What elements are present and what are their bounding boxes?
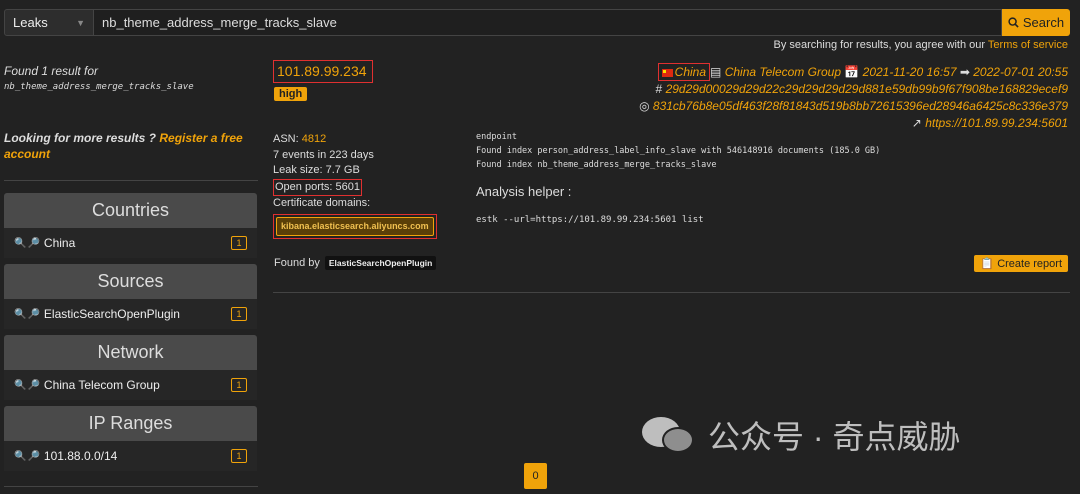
facet-network: Network 🔍 🔎 China Telecom Group 1 xyxy=(4,335,257,400)
zoom-in-icon[interactable]: 🔍 xyxy=(14,380,26,391)
facet-countries: Countries 🔍 🔎 China 1 xyxy=(4,193,257,258)
sidebar: Found 1 result for nb_theme_address_merg… xyxy=(4,64,258,487)
facet-row-china[interactable]: 🔍 🔎 China 1 xyxy=(4,228,257,258)
category-value: Leaks xyxy=(13,15,48,30)
search-button[interactable]: Search xyxy=(1002,9,1070,36)
result-meta: China ▤ China Telecom Group 📅 2021-11-20 … xyxy=(639,63,1068,132)
chevron-down-icon: ▼ xyxy=(76,17,85,28)
watermark: 公众号 · 奇点威胁 xyxy=(642,412,960,458)
asn-label: ASN: xyxy=(273,133,299,145)
search-input[interactable] xyxy=(94,9,1002,36)
create-report-label: Create report xyxy=(997,258,1062,270)
facet-row-isp[interactable]: 🔍 🔎 China Telecom Group 1 xyxy=(4,370,257,400)
results-count: Found 1 result for xyxy=(4,64,99,78)
facet-title: IP Ranges xyxy=(4,406,257,441)
result-info: ASN: 4812 7 events in 223 days Leak size… xyxy=(273,132,437,239)
create-report-button[interactable]: 📋 Create report xyxy=(974,255,1068,272)
register-prompt-text: Looking for more results ? xyxy=(4,131,157,145)
arrow-circle-icon: ➡ xyxy=(959,65,970,79)
result-ip[interactable]: 101.89.99.234 xyxy=(273,60,373,83)
result-url[interactable]: https://101.89.99.234:5601 xyxy=(925,116,1068,130)
asn-link[interactable]: 4812 xyxy=(302,133,326,145)
zoom-in-icon[interactable]: 🔍 xyxy=(14,451,26,462)
facet-title: Sources xyxy=(4,264,257,299)
facet-count: 1 xyxy=(231,236,247,250)
facet-row-range[interactable]: 🔍 🔎 101.88.0.0/14 1 xyxy=(4,441,257,471)
country-box: China xyxy=(657,63,711,81)
pagination-page[interactable]: 0 xyxy=(524,463,547,489)
china-flag-icon xyxy=(661,68,673,77)
register-prompt: Looking for more results ? Register a fr… xyxy=(4,130,254,162)
log-line: endpoint xyxy=(476,132,517,142)
search-icon xyxy=(1008,17,1019,28)
result-hash-2[interactable]: 831cb76b8e05df463f28f81843d519b8bb726153… xyxy=(653,99,1068,113)
terms-notice: By searching for results, you agree with… xyxy=(774,39,1068,51)
zoom-in-icon[interactable]: 🔍 xyxy=(14,309,26,320)
external-link-icon: ↗ xyxy=(911,116,922,130)
log-line: Found index nb_theme_address_merge_track… xyxy=(476,160,717,170)
divider xyxy=(4,180,258,181)
watermark-text: 公众号 · 奇点威胁 xyxy=(708,419,961,455)
cert-domain-tag[interactable]: kibana.elasticsearch.aliyuncs.com xyxy=(276,216,434,236)
calendar-icon: 📅 xyxy=(844,65,860,79)
log-output: endpoint Found index person_address_labe… xyxy=(476,130,880,172)
result-isp[interactable]: China Telecom Group xyxy=(725,65,841,79)
zoom-in-icon[interactable]: 🔍 xyxy=(14,238,26,249)
facet-item-label: ElasticSearchOpenPlugin xyxy=(43,307,180,321)
facet-row-plugin[interactable]: 🔍 🔎 ElasticSearchOpenPlugin 1 xyxy=(4,299,257,329)
zoom-out-icon[interactable]: 🔎 xyxy=(27,309,39,320)
zoom-out-icon[interactable]: 🔎 xyxy=(27,380,39,391)
facet-title: Countries xyxy=(4,193,257,228)
cert-label: Certificate domains: xyxy=(273,197,371,209)
severity-badge: high xyxy=(274,87,308,101)
divider xyxy=(4,486,258,487)
facet-count: 1 xyxy=(231,307,247,321)
report-icon: 📋 xyxy=(980,258,995,270)
events-text: 7 events in 223 days xyxy=(273,148,374,161)
open-ports: Open ports: 5601 xyxy=(273,178,363,196)
facet-count: 1 xyxy=(231,449,247,463)
facet-title: Network xyxy=(4,335,257,370)
first-seen: 2021-11-20 16:57 xyxy=(862,65,957,79)
search-bar: Leaks ▼ Search xyxy=(4,9,1070,36)
result-country[interactable]: China xyxy=(675,65,706,79)
leak-size: Leak size: 7.7 GB xyxy=(273,164,360,176)
log-line: Found index person_address_label_info_sl… xyxy=(476,146,881,156)
cert-box: kibana.elasticsearch.aliyuncs.com xyxy=(273,213,437,239)
category-select[interactable]: Leaks ▼ xyxy=(4,9,94,36)
analysis-helper-command: estk --url=https://101.89.99.234:5601 li… xyxy=(476,215,704,225)
results-query: nb_theme_address_merge_tracks_slave xyxy=(4,82,194,92)
found-by-label: Found by xyxy=(274,257,320,269)
divider xyxy=(273,292,1070,293)
search-button-label: Search xyxy=(1022,15,1065,30)
facet-count: 1 xyxy=(231,378,247,392)
last-seen: 2022-07-01 20:55 xyxy=(973,65,1068,79)
facet-item-label: China xyxy=(43,236,76,250)
terms-link[interactable]: Terms of service xyxy=(988,39,1068,51)
zoom-out-icon[interactable]: 🔎 xyxy=(27,238,39,249)
hash-icon: # xyxy=(655,82,663,96)
facet-sources: Sources 🔍 🔎 ElasticSearchOpenPlugin 1 xyxy=(4,264,257,329)
facet-item-label: 101.88.0.0/14 xyxy=(43,449,118,463)
zoom-out-icon[interactable]: 🔎 xyxy=(27,451,39,462)
fingerprint-icon: ◎ xyxy=(639,99,650,113)
found-by: Found by ElasticSearchOpenPlugin xyxy=(274,256,437,270)
facet-ip-ranges: IP Ranges 🔍 🔎 101.88.0.0/14 1 xyxy=(4,406,257,471)
plugin-tag[interactable]: ElasticSearchOpenPlugin xyxy=(324,256,437,270)
facet-item-label: China Telecom Group xyxy=(43,378,160,392)
terms-text: By searching for results, you agree with… xyxy=(773,39,986,51)
analysis-helper-title: Analysis helper : xyxy=(476,184,572,199)
result-hash-1[interactable]: 29d29d00029d29d22c29d29d29d29d881e59db99… xyxy=(666,82,1068,96)
wechat-icon xyxy=(642,415,700,455)
network-icon: ▤ xyxy=(710,65,722,79)
